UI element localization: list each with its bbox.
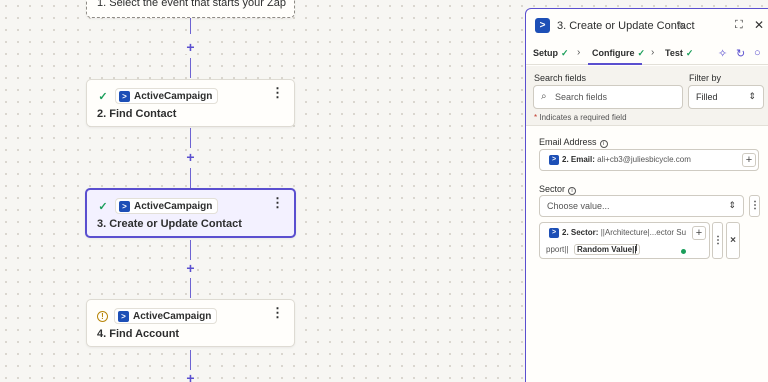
step-title: 2. Find Contact [97, 108, 177, 120]
sector-select-placeholder: Choose value... [547, 201, 610, 211]
app-chip: > ActiveCampaign [115, 88, 219, 104]
info-icon[interactable]: i [568, 187, 577, 195]
text-cursor-icon: I [635, 243, 638, 254]
add-data-button[interactable]: + [692, 226, 706, 240]
chevron-updown-icon: ⇕ [728, 200, 736, 210]
connector-line [190, 240, 191, 260]
chevron-right-icon: › [651, 47, 655, 58]
check-icon: ✓ [98, 200, 108, 213]
fields-area: Email Address i > 2. Email: ali+cb3@julie… [526, 127, 768, 382]
sector-custom-value-field[interactable]: > 2. Sector: ||Architecture|...ector Su … [539, 222, 710, 259]
step-card-find-account[interactable]: ! > ActiveCampaign ⋮ 4. Find Account [86, 299, 295, 347]
panel-header: > 3. Create or Update Contact ✎ ⛶ ✕ [526, 9, 768, 43]
add-data-button[interactable]: + [742, 153, 756, 167]
sector-pill-continued: pport|| [546, 245, 569, 254]
required-note: * Indicates a required field [534, 113, 627, 122]
app-name: ActiveCampaign [133, 310, 212, 322]
chevron-updown-icon: ⇕ [748, 91, 756, 101]
chevron-right-icon: › [577, 47, 581, 58]
field-options-button[interactable]: ⋮ [749, 195, 760, 217]
step-card-create-update-contact[interactable]: ✓ > ActiveCampaign ⋮ 3. Create or Update… [85, 188, 296, 238]
search-fields-input[interactable] [555, 90, 675, 104]
search-fields-section: Search fields Filter by ⌕ Filled ⇕ * Ind… [526, 66, 768, 126]
refresh-icon[interactable]: ↻ [736, 47, 745, 60]
sector-select[interactable]: Choose value... ⇕ [539, 195, 744, 217]
connector-line [190, 128, 191, 148]
add-step-button[interactable]: + [184, 261, 197, 275]
active-tab-indicator [588, 63, 642, 65]
panel-title: 3. Create or Update Contact [557, 20, 695, 32]
chat-icon[interactable]: ○ [754, 47, 761, 59]
connector-line [190, 58, 191, 78]
search-fields-label: Search fields [534, 73, 587, 83]
app-name: ActiveCampaign [134, 200, 213, 212]
field-options-button[interactable]: ⋮ [712, 222, 723, 259]
filter-by-label: Filter by [689, 73, 722, 83]
trigger-step-card[interactable]: 1. Select the event that starts your Zap [86, 0, 295, 18]
clear-field-button[interactable]: × [726, 222, 740, 259]
expand-icon[interactable]: ⛶ [735, 19, 743, 32]
step-title: 3. Create or Update Contact [97, 218, 242, 230]
email-pill[interactable]: 2. Email: ali+cb3@juliesbicycle.com [562, 155, 691, 164]
warning-icon: ! [97, 310, 108, 322]
step-editor-panel: > 3. Create or Update Contact ✎ ⛶ ✕ Setu… [525, 8, 768, 382]
check-icon: ✓ [685, 48, 694, 58]
ai-sparkle-icon[interactable]: ✧ [718, 47, 727, 60]
step-menu-button[interactable]: ⋮ [271, 306, 284, 319]
zap-canvas[interactable]: + + + + 1. Select the event that starts … [0, 0, 525, 382]
connector-line [190, 350, 191, 370]
activecampaign-icon: > [549, 228, 559, 238]
check-icon: ✓ [637, 48, 646, 58]
email-field[interactable]: > 2. Email: ali+cb3@juliesbicycle.com + [539, 149, 759, 171]
filter-value: Filled [696, 92, 718, 102]
step-title: 4. Find Account [97, 328, 180, 340]
info-icon[interactable]: i [599, 140, 608, 148]
activecampaign-icon: > [549, 155, 559, 165]
sector-pill[interactable]: 2. Sector: ||Architecture|...ector Su [562, 228, 686, 237]
add-step-button[interactable]: + [184, 40, 197, 54]
step-card-find-contact[interactable]: ✓ > ActiveCampaign ⋮ 2. Find Contact [86, 79, 295, 127]
app-chip: > ActiveCampaign [114, 308, 218, 324]
connector-line [190, 18, 191, 34]
status-dot [681, 249, 686, 254]
activecampaign-icon: > [118, 310, 129, 322]
app-chip: > ActiveCampaign [115, 198, 219, 214]
connector-line [190, 278, 191, 298]
check-icon: ✓ [98, 90, 108, 103]
search-icon: ⌕ [541, 91, 547, 102]
search-fields-input-wrapper: ⌕ [533, 85, 683, 109]
activecampaign-icon: > [119, 200, 130, 212]
step-menu-button[interactable]: ⋮ [271, 86, 284, 99]
activecampaign-icon: > [119, 90, 130, 102]
tab-test[interactable]: Test ✓ [665, 48, 693, 59]
email-address-label: Email Address i [539, 137, 608, 148]
tab-configure[interactable]: Configure ✓ [592, 48, 645, 59]
activecampaign-icon: > [535, 18, 550, 33]
check-icon: ✓ [561, 48, 569, 58]
step-title: 1. Select the event that starts your Zap [97, 0, 286, 9]
connector-line [190, 168, 191, 188]
close-icon[interactable]: ✕ [754, 18, 764, 32]
typed-value: Random Value|| [574, 244, 640, 255]
panel-tabs: Setup ✓ › Configure ✓ › Test ✓ ✧ ↻ ○ [526, 43, 768, 65]
app-name: ActiveCampaign [134, 90, 213, 102]
tab-setup[interactable]: Setup ✓ [533, 48, 569, 59]
filter-select[interactable]: Filled ⇕ [688, 85, 764, 109]
step-menu-button[interactable]: ⋮ [271, 196, 284, 209]
add-step-button[interactable]: + [184, 371, 197, 382]
add-step-button[interactable]: + [184, 150, 197, 164]
pencil-icon[interactable]: ✎ [676, 19, 685, 32]
sector-label: Sector i [539, 184, 577, 195]
